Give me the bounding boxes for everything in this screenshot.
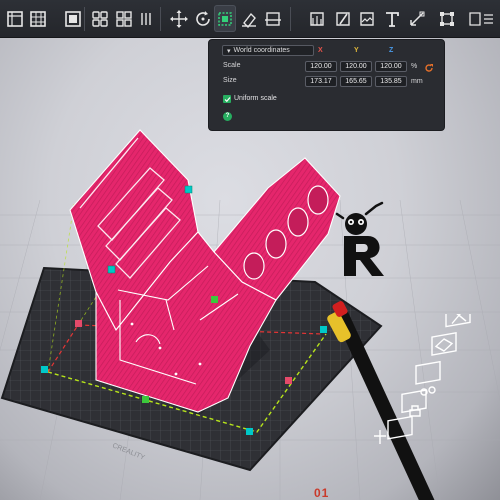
uniform-scale-label: Uniform scale: [234, 95, 277, 102]
reset-scale-icon[interactable]: [424, 63, 434, 73]
robot-r-logo: [335, 201, 384, 276]
scale-y-input[interactable]: 120.00: [340, 61, 372, 72]
image-icon[interactable]: [62, 5, 84, 32]
uniform-scale-checkbox[interactable]: [223, 95, 231, 103]
bed-brand-label: CREALITY: [111, 442, 146, 461]
more-tools-icon[interactable]: [462, 5, 500, 32]
checkmark-icon: [224, 96, 230, 102]
coordinate-system-select[interactable]: ▾ World coordinates: [222, 45, 314, 56]
scale-handle[interactable]: [285, 377, 292, 384]
assembly-icon[interactable]: [436, 5, 458, 32]
plate-number: 01: [314, 486, 330, 500]
x-axis-label: X: [318, 47, 323, 54]
scale-label: Scale: [223, 62, 241, 69]
chevron-down-icon: ▾: [227, 47, 231, 55]
split-objects-icon[interactable]: [113, 5, 135, 32]
plate-settings-icon[interactable]: [387, 415, 413, 440]
scale-z-input[interactable]: 120.00: [375, 61, 407, 72]
scale-x-input[interactable]: 120.00: [305, 61, 337, 72]
top-toolbar: [0, 0, 500, 38]
y-axis-label: Y: [354, 47, 359, 54]
size-z-input[interactable]: 135.85: [375, 76, 407, 87]
cut-icon[interactable]: [262, 5, 284, 32]
text-tool-icon[interactable]: [381, 5, 403, 32]
scale-handle[interactable]: [107, 265, 116, 274]
help-icon[interactable]: ?: [223, 112, 232, 121]
measure-icon[interactable]: [406, 5, 428, 32]
place-on-face-icon[interactable]: [238, 5, 260, 32]
fuzzy-skin-icon[interactable]: [356, 5, 378, 32]
toolbar-separator: [160, 7, 161, 31]
cube-icon[interactable]: [3, 5, 27, 32]
arrange-plate-icon[interactable]: [415, 360, 441, 396]
scale-handle[interactable]: [320, 326, 327, 333]
plate-toolbar: [374, 314, 471, 444]
delete-plate-icon[interactable]: [445, 314, 471, 328]
scale-handle[interactable]: [142, 396, 149, 403]
scale-tool-panel: ▾ World coordinates X Y Z Scale 120.00 1…: [208, 39, 445, 131]
scale-unit: %: [411, 63, 418, 70]
rotate-icon[interactable]: [192, 5, 214, 32]
toolbar-separator: [84, 7, 85, 31]
z-axis-label: Z: [389, 47, 394, 54]
scale-handle[interactable]: [75, 320, 82, 327]
size-x-input[interactable]: 173.17: [305, 76, 337, 87]
move-icon[interactable]: [167, 5, 191, 32]
size-y-input[interactable]: 165.65: [340, 76, 372, 87]
coordinate-system-value: World coordinates: [233, 47, 290, 54]
scale-handle[interactable]: [246, 428, 253, 435]
move-plate-icon[interactable]: [374, 430, 386, 444]
toolbar-separator: [290, 7, 291, 31]
seam-painting-icon[interactable]: [332, 5, 354, 32]
size-unit: mm: [411, 78, 423, 85]
scale-handle[interactable]: [41, 366, 48, 373]
size-label: Size: [223, 77, 237, 84]
scale-handle[interactable]: [211, 296, 218, 303]
scale-handle[interactable]: [184, 185, 193, 194]
arrange-icon[interactable]: [89, 5, 111, 32]
grid-layout-icon[interactable]: [27, 5, 49, 32]
support-painting-icon[interactable]: [306, 5, 328, 32]
orient-icon[interactable]: [431, 332, 457, 356]
scale-icon[interactable]: [214, 5, 236, 32]
layers-icon[interactable]: [138, 5, 154, 32]
